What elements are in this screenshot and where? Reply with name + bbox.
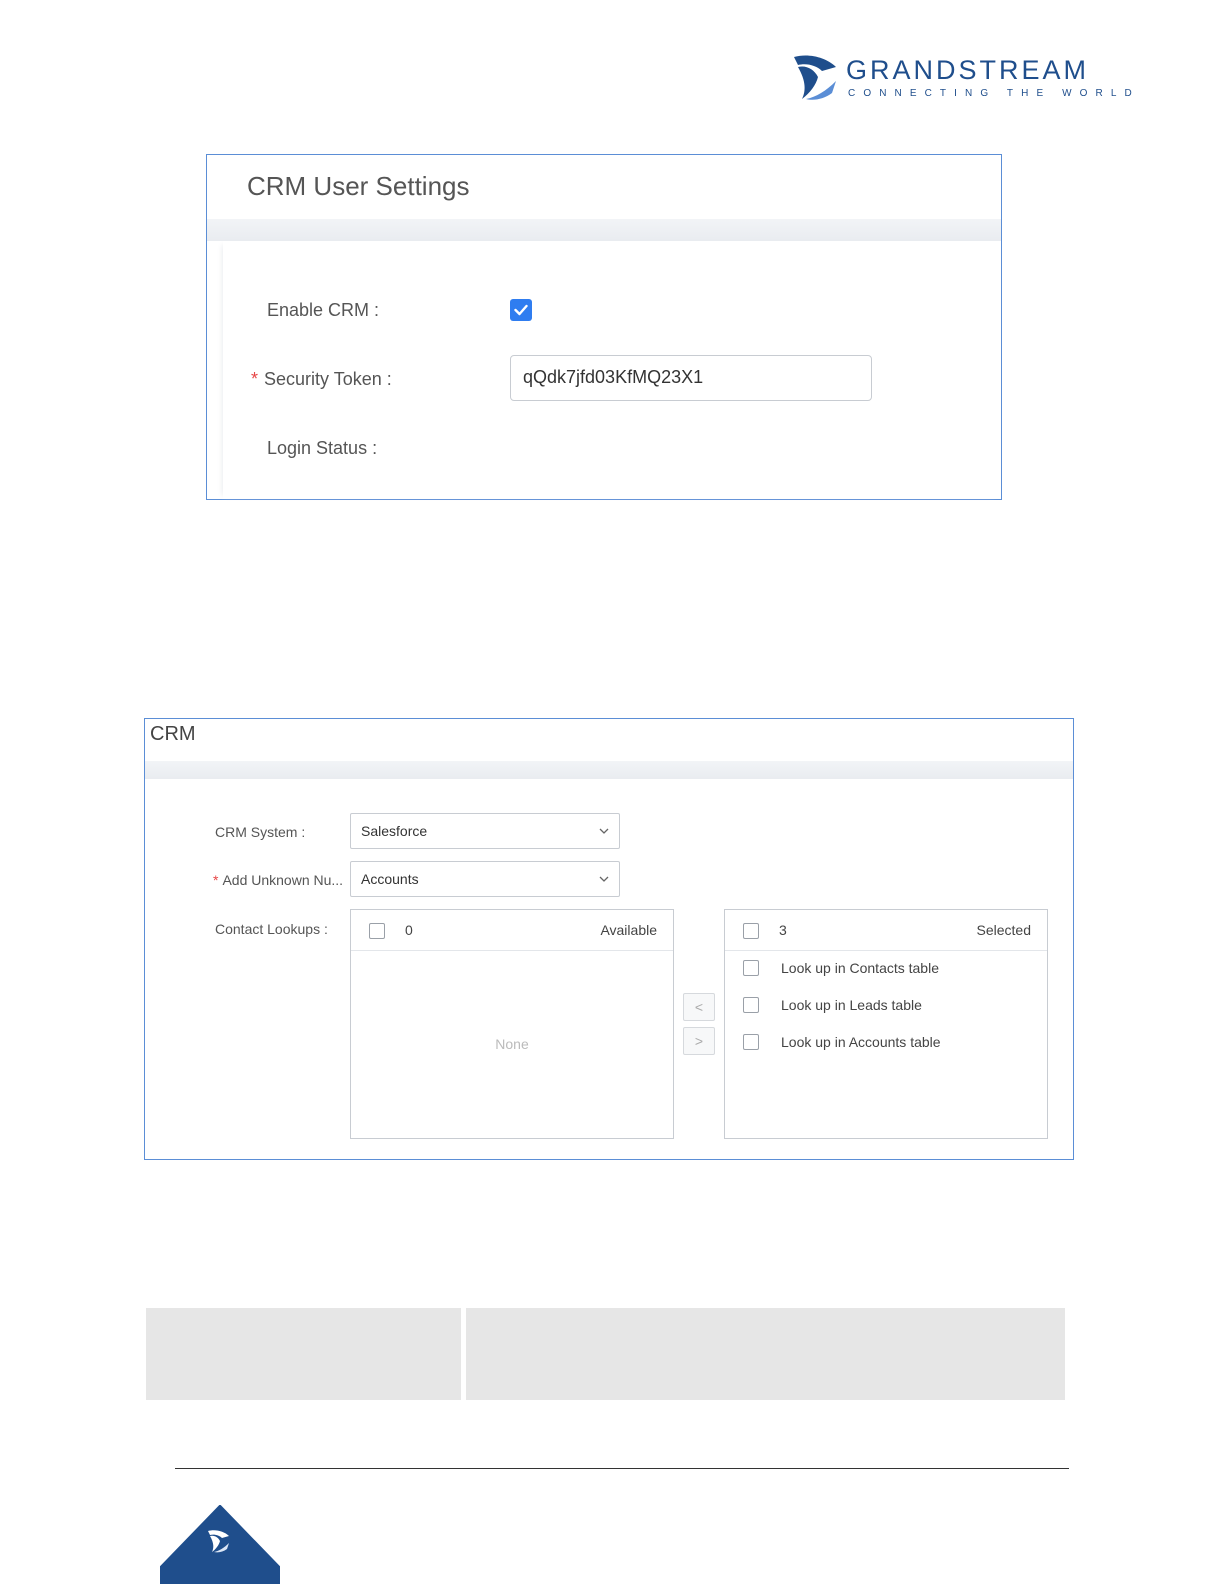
security-token-input[interactable]: qQdk7jfd03KfMQ23X1: [510, 355, 872, 401]
available-title: Available: [600, 922, 657, 938]
footer-divider: [175, 1468, 1069, 1469]
available-count: 0: [405, 922, 413, 938]
panel-title: CRM User Settings: [247, 171, 470, 201]
security-token-label-row: * Security Token :: [251, 369, 392, 390]
crm-user-settings-panel: CRM User Settings Enable CRM : * Security…: [206, 154, 1002, 500]
available-select-all-checkbox[interactable]: [369, 923, 385, 939]
add-unknown-select[interactable]: Accounts: [350, 861, 620, 897]
brand-name: GRANDSTREAM: [846, 55, 1090, 85]
list-item-label: Look up in Leads table: [781, 997, 922, 1013]
panel-header-divider: [207, 219, 1001, 241]
grandstream-logo-icon: [794, 55, 836, 100]
footer-logo-icon: [160, 1505, 280, 1584]
list-item-checkbox[interactable]: [743, 1034, 759, 1050]
selected-list: 3 Selected Look up in Contacts table Loo…: [724, 909, 1048, 1139]
crm-system-select[interactable]: Salesforce: [350, 813, 620, 849]
add-unknown-value: Accounts: [361, 871, 419, 887]
crm-panel: CRM CRM System : Salesforce * Add Unknown…: [144, 718, 1074, 1160]
security-token-label: Security Token :: [264, 369, 392, 389]
crm-system-label: CRM System :: [215, 824, 306, 840]
available-list-header: 0 Available: [351, 910, 673, 951]
selected-count: 3: [779, 922, 787, 938]
login-status-label: Login Status :: [267, 438, 378, 458]
list-item-checkbox[interactable]: [743, 997, 759, 1013]
table-header-cell: [146, 1308, 461, 1400]
list-item-label: Look up in Contacts table: [781, 960, 939, 976]
panel-title: CRM: [150, 723, 196, 745]
available-list: 0 Available None: [350, 909, 674, 1139]
enable-crm-checkbox[interactable]: [510, 299, 532, 321]
table-header-cell: [466, 1308, 1065, 1400]
selected-select-all-checkbox[interactable]: [743, 923, 759, 939]
required-marker: *: [251, 369, 259, 389]
available-empty-text: None: [495, 1036, 529, 1052]
add-unknown-label: Add Unknown Nu...: [222, 872, 344, 888]
add-unknown-label-row: * Add Unknown Nu...: [213, 872, 343, 888]
brand-tagline: CONNECTING THE WORLD: [848, 88, 1140, 99]
checkmark-icon: [514, 304, 528, 316]
required-marker: *: [213, 872, 219, 888]
selected-list-header: 3 Selected: [725, 910, 1047, 951]
list-item-label: Look up in Accounts table: [781, 1034, 941, 1050]
chevron-down-icon: [599, 828, 609, 834]
contact-lookups-label: Contact Lookups :: [215, 921, 328, 937]
list-item-checkbox[interactable]: [743, 960, 759, 976]
move-left-button[interactable]: <: [683, 993, 715, 1021]
crm-system-value: Salesforce: [361, 823, 428, 839]
grandstream-logo: GRANDSTREAM CONNECTING THE WORLD: [792, 53, 1132, 105]
selected-title: Selected: [976, 922, 1031, 938]
move-right-button[interactable]: >: [683, 1027, 715, 1055]
enable-crm-label: Enable CRM :: [267, 300, 380, 320]
panel-header-divider: [145, 761, 1073, 779]
chevron-down-icon: [599, 876, 609, 882]
